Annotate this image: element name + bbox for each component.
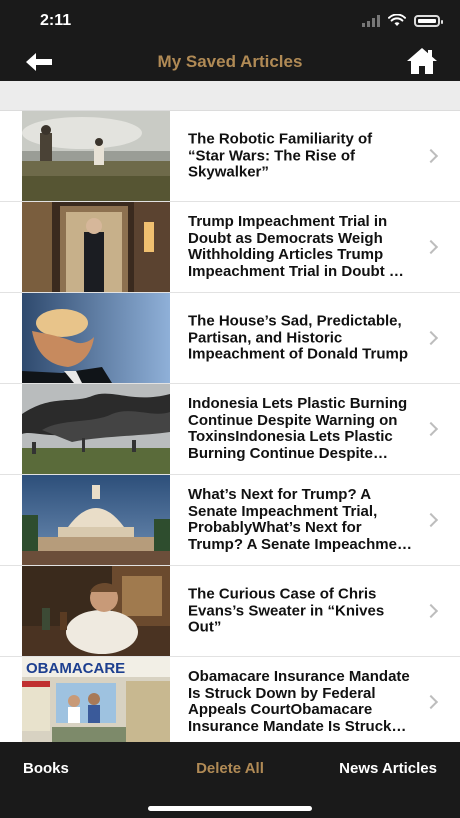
- signal-icon: [362, 14, 380, 27]
- bottom-tab-bar: Books Delete All News Articles: [0, 742, 460, 818]
- article-thumbnail: [22, 566, 170, 656]
- chevron-right-icon: [423, 148, 439, 164]
- chevron-right-icon: [423, 603, 439, 619]
- article-title: Indonesia Lets Plastic Burning Continue …: [188, 396, 408, 462]
- article-title: The Robotic Familiarity of “Star Wars: T…: [188, 131, 373, 181]
- chevron-right-icon: [423, 421, 439, 437]
- article-row[interactable]: The Curious Case of Chris Evans’s Sweate…: [0, 566, 460, 657]
- page-title: My Saved Articles: [157, 52, 303, 71]
- chevron-right-icon: [423, 330, 439, 346]
- article-title: Trump Impeachment Trial in Doubt as Demo…: [188, 214, 406, 280]
- article-title: What’s Next for Trump? A Senate Impeachm…: [188, 487, 412, 553]
- article-thumbnail: [22, 475, 170, 565]
- wifi-icon: [388, 14, 406, 26]
- article-title: Obamacare Insurance Mandate Is Struck Do…: [188, 669, 410, 735]
- home-indicator: [148, 806, 312, 811]
- article-row[interactable]: Trump Impeachment Trial in Doubt as Demo…: [0, 202, 460, 293]
- article-title: The House’s Sad, Predictable, Partisan, …: [188, 313, 409, 363]
- status-time: 2:11: [40, 12, 72, 29]
- battery-icon: [414, 14, 443, 27]
- chevron-right-icon: [423, 512, 439, 528]
- article-row[interactable]: Indonesia Lets Plastic Burning Continue …: [0, 384, 460, 475]
- article-row[interactable]: The House’s Sad, Predictable, Partisan, …: [0, 293, 460, 384]
- news-articles-tab[interactable]: News Articles: [339, 760, 437, 777]
- thumbnail-logo-text: OBAMACARE: [26, 660, 125, 677]
- status-icons: [362, 14, 443, 27]
- nav-bar: My Saved Articles: [0, 44, 460, 81]
- article-thumbnail: [22, 384, 170, 474]
- article-thumbnail: [22, 111, 170, 201]
- header-strip: [0, 81, 460, 111]
- article-thumbnail: [22, 202, 170, 292]
- article-thumbnail: OBAMACARE: [22, 657, 170, 742]
- article-thumbnail: [22, 293, 170, 383]
- article-title: The Curious Case of Chris Evans’s Sweate…: [188, 586, 385, 636]
- home-icon[interactable]: [406, 46, 438, 76]
- status-bar: 2:11: [0, 0, 460, 44]
- article-row[interactable]: The Robotic Familiarity of “Star Wars: T…: [0, 111, 460, 202]
- article-row[interactable]: OBAMACARE Obamacare Insurance Mandate Is…: [0, 657, 460, 742]
- article-list[interactable]: The Robotic Familiarity of “Star Wars: T…: [0, 111, 460, 742]
- chevron-right-icon: [423, 239, 439, 255]
- article-row[interactable]: What’s Next for Trump? A Senate Impeachm…: [0, 475, 460, 566]
- chevron-right-icon: [423, 694, 439, 710]
